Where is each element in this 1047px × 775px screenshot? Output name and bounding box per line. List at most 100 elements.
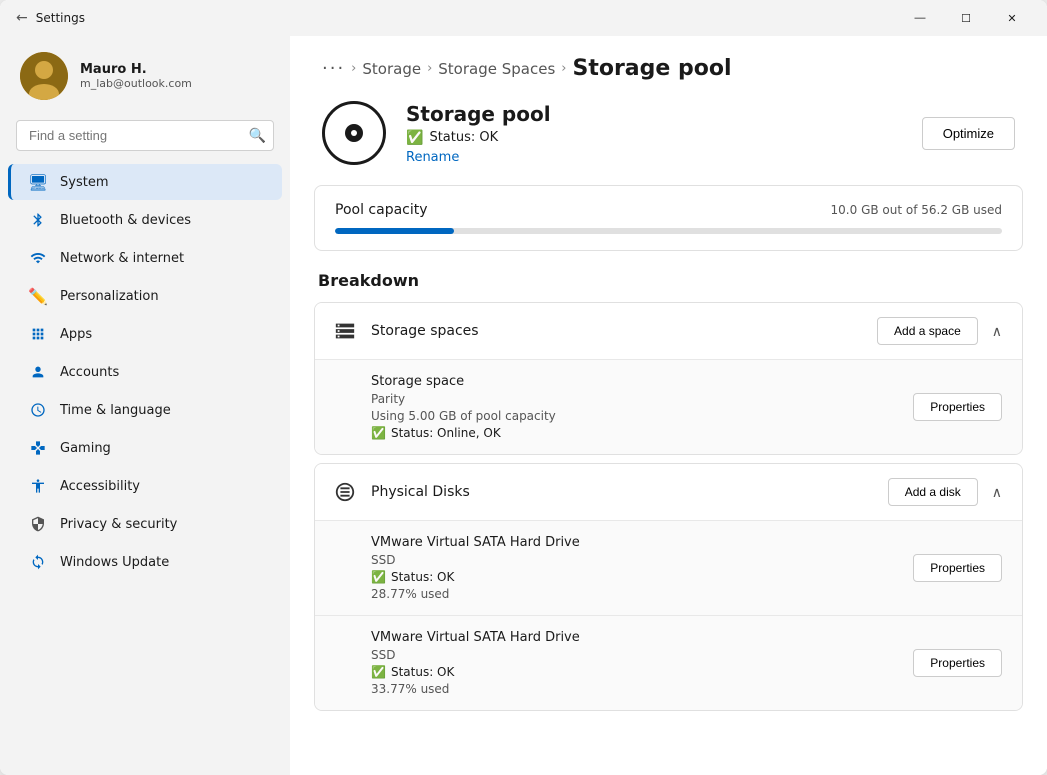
- capacity-header: Pool capacity 10.0 GB out of 56.2 GB use…: [335, 202, 1002, 218]
- disk-2-info: VMware Virtual SATA Hard Drive SSD ✅ Sta…: [371, 630, 580, 696]
- sidebar: Mauro H. m_lab@outlook.com 🔍 🖥 System Bl…: [0, 36, 290, 775]
- space-properties-button[interactable]: Properties: [913, 393, 1002, 421]
- breakdown-section: Breakdown Storage spaces Add a space ∧: [314, 271, 1023, 711]
- storage-space-item: Storage space Parity Using 5.00 GB of po…: [315, 360, 1022, 454]
- disk-1-name: VMware Virtual SATA Hard Drive: [371, 535, 580, 550]
- section-header-left-disks: Physical Disks: [331, 478, 470, 506]
- breadcrumb-current: Storage pool: [572, 56, 731, 81]
- sidebar-item-label-personalization: Personalization: [60, 289, 159, 304]
- physical-disks-card: Physical Disks Add a disk ∧ VMware Virtu…: [314, 463, 1023, 711]
- sidebar-item-label-accessibility: Accessibility: [60, 479, 140, 494]
- breakdown-title: Breakdown: [314, 271, 1023, 290]
- sidebar-item-bluetooth[interactable]: Bluetooth & devices: [8, 202, 282, 238]
- add-disk-button[interactable]: Add a disk: [888, 478, 978, 506]
- sidebar-profile[interactable]: Mauro H. m_lab@outlook.com: [0, 36, 290, 116]
- breadcrumb-sep-2: ›: [427, 61, 432, 76]
- maximize-button[interactable]: ☐: [943, 0, 989, 36]
- sidebar-item-label-time: Time & language: [60, 403, 171, 418]
- main-layout: Mauro H. m_lab@outlook.com 🔍 🖥 System Bl…: [0, 36, 1047, 775]
- pool-status: ✅ Status: OK: [406, 130, 551, 146]
- time-icon: [28, 400, 48, 420]
- sidebar-item-apps[interactable]: Apps: [8, 316, 282, 352]
- physical-disks-icon: [331, 478, 359, 506]
- disk-item-2: VMware Virtual SATA Hard Drive SSD ✅ Sta…: [315, 616, 1022, 710]
- sidebar-item-accounts[interactable]: Accounts: [8, 354, 282, 390]
- avatar-image: [20, 52, 68, 100]
- breadcrumb-sep-1: ›: [351, 61, 356, 76]
- space-status-ok-icon: ✅: [371, 426, 386, 440]
- sidebar-item-network[interactable]: Network & internet: [8, 240, 282, 276]
- capacity-progress-fill: [335, 228, 454, 234]
- space-name: Storage space: [371, 374, 556, 389]
- optimize-button[interactable]: Optimize: [922, 117, 1015, 150]
- physical-disks-label: Physical Disks: [371, 484, 470, 500]
- disk-2-status-text: Status: OK: [391, 665, 454, 679]
- close-button[interactable]: ✕: [989, 0, 1035, 36]
- titlebar-controls: — ☐ ✕: [897, 0, 1035, 36]
- sidebar-item-personalization[interactable]: ✏️ Personalization: [8, 278, 282, 314]
- breadcrumb-sep-3: ›: [561, 61, 566, 76]
- sidebar-item-time[interactable]: Time & language: [8, 392, 282, 428]
- titlebar: ← Settings — ☐ ✕: [0, 0, 1047, 36]
- pool-title: Storage pool: [406, 102, 551, 126]
- search-icon: 🔍: [249, 128, 266, 144]
- collapse-disks-button[interactable]: ∧: [988, 480, 1006, 505]
- breadcrumb-storage-spaces[interactable]: Storage Spaces: [438, 60, 555, 78]
- accessibility-icon: [28, 476, 48, 496]
- disk-1-type: SSD: [371, 553, 580, 567]
- breadcrumb: ··· › Storage › Storage Spaces › Storage…: [290, 36, 1047, 93]
- breadcrumb-storage[interactable]: Storage: [362, 60, 421, 78]
- physical-disks-header: Physical Disks Add a disk ∧: [315, 464, 1022, 520]
- search-box: 🔍: [16, 120, 274, 151]
- gaming-icon: [28, 438, 48, 458]
- sidebar-item-label-system: System: [60, 175, 108, 190]
- capacity-progress-bg: [335, 228, 1002, 234]
- sidebar-item-label-accounts: Accounts: [60, 365, 119, 380]
- titlebar-left: ← Settings: [16, 10, 85, 26]
- disk-item-1: VMware Virtual SATA Hard Drive SSD ✅ Sta…: [315, 521, 1022, 615]
- pool-status-text: Status: OK: [429, 130, 498, 145]
- rename-link[interactable]: Rename: [406, 150, 551, 165]
- collapse-spaces-button[interactable]: ∧: [988, 319, 1006, 344]
- minimize-button[interactable]: —: [897, 0, 943, 36]
- settings-window: ← Settings — ☐ ✕: [0, 0, 1047, 775]
- profile-info: Mauro H. m_lab@outlook.com: [80, 62, 192, 90]
- sidebar-item-label-privacy: Privacy & security: [60, 517, 177, 532]
- pool-header-left: Storage pool ✅ Status: OK Rename: [322, 101, 551, 165]
- storage-pool-icon: [322, 101, 386, 165]
- privacy-icon: [28, 514, 48, 534]
- breadcrumb-more[interactable]: ···: [322, 58, 345, 79]
- disk-1-status-text: Status: OK: [391, 570, 454, 584]
- disk-2-status: ✅ Status: OK: [371, 665, 580, 679]
- profile-email: m_lab@outlook.com: [80, 77, 192, 90]
- space-status-text: Status: Online, OK: [391, 426, 501, 440]
- avatar: [20, 52, 68, 100]
- disk-2-name: VMware Virtual SATA Hard Drive: [371, 630, 580, 645]
- profile-name: Mauro H.: [80, 62, 192, 77]
- disk-2-type: SSD: [371, 648, 580, 662]
- disk-1-usage: 28.77% used: [371, 587, 580, 601]
- back-icon[interactable]: ←: [16, 10, 28, 26]
- sidebar-item-accessibility[interactable]: Accessibility: [8, 468, 282, 504]
- sidebar-item-system[interactable]: 🖥 System: [8, 164, 282, 200]
- disk-1-status: ✅ Status: OK: [371, 570, 580, 584]
- search-input[interactable]: [16, 120, 274, 151]
- content-area: ··· › Storage › Storage Spaces › Storage…: [290, 36, 1047, 775]
- storage-space-info: Storage space Parity Using 5.00 GB of po…: [371, 374, 556, 440]
- sidebar-item-label-network: Network & internet: [60, 251, 184, 266]
- section-header-right-disks: Add a disk ∧: [888, 478, 1006, 506]
- sidebar-item-update[interactable]: Windows Update: [8, 544, 282, 580]
- sidebar-item-privacy[interactable]: Privacy & security: [8, 506, 282, 542]
- network-icon: [28, 248, 48, 268]
- sidebar-item-label-gaming: Gaming: [60, 441, 111, 456]
- storage-spaces-card: Storage spaces Add a space ∧ Storage spa…: [314, 302, 1023, 455]
- add-space-button[interactable]: Add a space: [877, 317, 978, 345]
- sidebar-item-gaming[interactable]: Gaming: [8, 430, 282, 466]
- disk-1-properties-button[interactable]: Properties: [913, 554, 1002, 582]
- space-type: Parity: [371, 392, 556, 406]
- capacity-value: 10.0 GB out of 56.2 GB used: [831, 203, 1002, 217]
- disk-2-properties-button[interactable]: Properties: [913, 649, 1002, 677]
- system-icon: 🖥: [28, 172, 48, 192]
- space-status: ✅ Status: Online, OK: [371, 426, 556, 440]
- personalization-icon: ✏️: [28, 286, 48, 306]
